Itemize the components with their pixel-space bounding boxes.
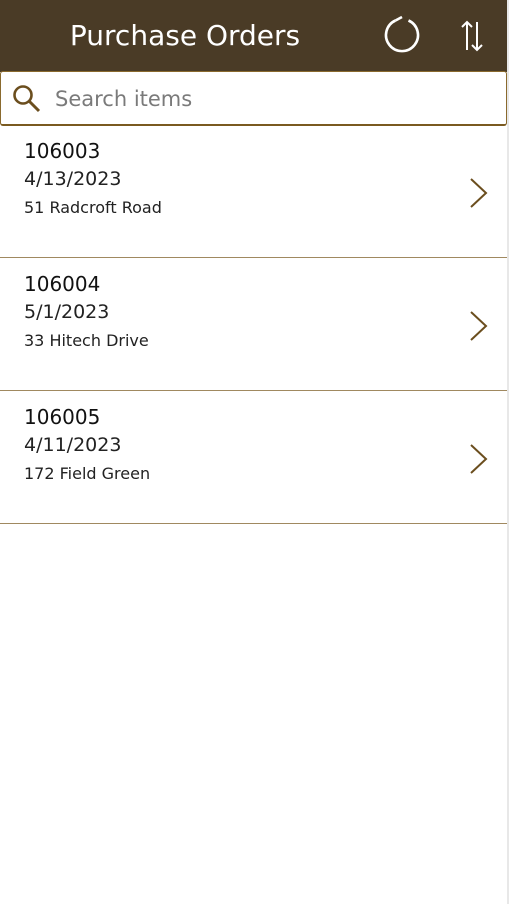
page-title: Purchase Orders xyxy=(69,19,301,52)
search-box xyxy=(0,71,507,126)
order-id: 106003 xyxy=(24,139,101,163)
order-address: 33 Hitech Drive xyxy=(24,331,149,350)
chevron-right-icon[interactable] xyxy=(462,173,492,213)
order-date: 4/11/2023 xyxy=(24,434,122,456)
list-item[interactable]: 106004 5/1/2023 33 Hitech Drive xyxy=(0,258,507,391)
chevron-right-icon[interactable] xyxy=(462,306,492,346)
orders-list: 106003 4/13/2023 51 Radcroft Road 106004… xyxy=(0,125,507,524)
order-id: 106005 xyxy=(24,405,101,429)
app-screen: Purchase Orders 106003 4/13/2023 xyxy=(0,0,509,904)
list-item[interactable]: 106005 4/11/2023 172 Field Green xyxy=(0,391,507,524)
order-id: 106004 xyxy=(24,272,101,296)
search-input[interactable] xyxy=(53,78,497,120)
refresh-button[interactable] xyxy=(380,14,424,58)
sort-button[interactable] xyxy=(450,14,494,58)
refresh-icon xyxy=(384,15,420,53)
order-address: 172 Field Green xyxy=(24,464,151,483)
order-address: 51 Radcroft Road xyxy=(24,198,162,217)
chevron-right-icon[interactable] xyxy=(462,439,492,479)
sort-icon xyxy=(461,20,483,52)
list-item[interactable]: 106003 4/13/2023 51 Radcroft Road xyxy=(0,125,507,258)
search-icon xyxy=(13,85,41,113)
order-date: 5/1/2023 xyxy=(24,301,110,323)
order-date: 4/13/2023 xyxy=(24,168,122,190)
header-bar: Purchase Orders xyxy=(0,0,507,72)
